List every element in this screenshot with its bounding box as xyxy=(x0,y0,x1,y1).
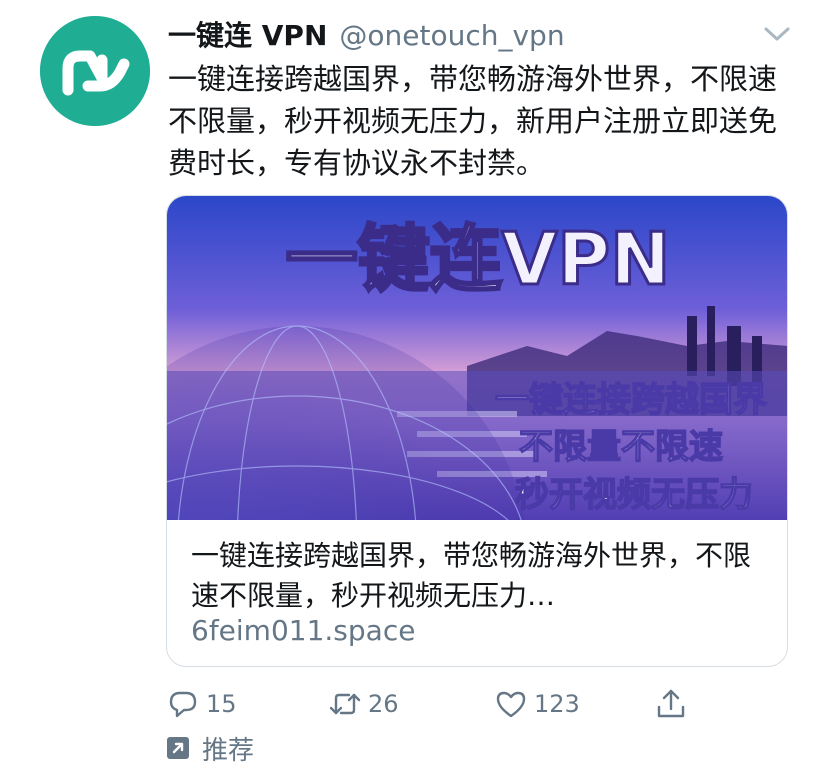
like-button[interactable]: 123 xyxy=(494,684,580,724)
avatar[interactable] xyxy=(40,16,150,126)
share-button[interactable] xyxy=(654,684,688,724)
card-image-line-3: 秒开视频无压力 xyxy=(515,475,753,515)
promoted-icon xyxy=(167,737,189,759)
tweet-header: 一键连 VPN @onetouch_vpn xyxy=(168,14,565,52)
user-handle[interactable]: @onetouch_vpn xyxy=(339,19,564,52)
reply-count: 15 xyxy=(206,690,237,718)
reply-button[interactable]: 15 xyxy=(166,684,237,724)
card-domain: 6feim011.space xyxy=(191,614,416,647)
card-description: 一键连接跨越国界，带您畅游海外世界，不限速不限量，秒开视频无压力… xyxy=(191,539,751,612)
avatar-logo xyxy=(40,16,150,126)
tweet-actions: 15 26 123 xyxy=(166,684,706,724)
heart-icon xyxy=(496,691,526,718)
reply-icon xyxy=(169,691,197,718)
retweet-icon xyxy=(329,693,361,715)
display-name[interactable]: 一键连 VPN xyxy=(168,14,327,54)
share-icon xyxy=(657,689,685,718)
link-card[interactable]: 一键连VPN 一键连接跨越国界 不限量不限速 秒开视频无压力 一键连接跨越国界，… xyxy=(166,195,788,667)
promoted-label[interactable]: 推荐 xyxy=(166,730,254,766)
like-count: 123 xyxy=(534,690,580,718)
card-image-line-1: 一键连接跨越国界 xyxy=(495,380,767,420)
chevron-down-icon[interactable] xyxy=(760,22,794,46)
promoted-text: 推荐 xyxy=(202,735,255,766)
retweet-count: 26 xyxy=(368,690,399,718)
retweet-button[interactable]: 26 xyxy=(328,684,399,724)
card-image: 一键连VPN 一键连接跨越国界 不限量不限速 秒开视频无压力 xyxy=(167,196,787,520)
card-image-title: 一键连VPN xyxy=(286,217,671,301)
tweet-text: 一键连接跨越国界，带您畅游海外世界，不限速不限量，秒开视频无压力，新用户注册立即… xyxy=(168,62,778,180)
card-image-line-2: 不限量不限速 xyxy=(519,427,723,467)
